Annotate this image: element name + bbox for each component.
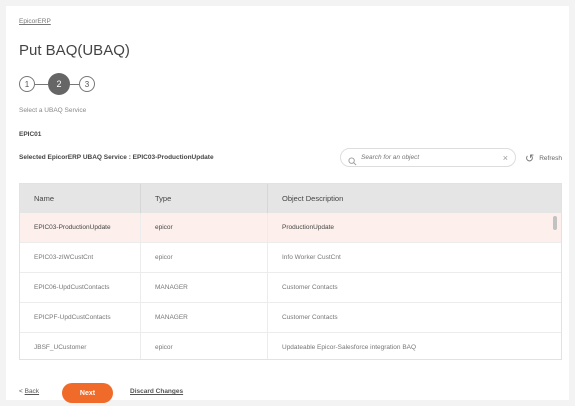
table-header: Name Type Object Description [20, 184, 561, 213]
column-header-description[interactable]: Object Description [267, 184, 561, 213]
cell-name: JBSF_UCustomer [34, 344, 87, 351]
cell-name: EPICPF-UpdCustContacts [34, 314, 111, 321]
back-label: Back [24, 388, 40, 395]
step-connector [35, 84, 48, 85]
table-row[interactable]: EPIC06-UpdCustContacts MANAGER Customer … [20, 273, 561, 303]
search-icon [348, 153, 357, 166]
cell-type: MANAGER [140, 273, 267, 302]
cell-name: EPIC03-ProductionUpdate [34, 224, 111, 231]
cell-description: Info Worker CustCnt [267, 243, 561, 272]
objects-table: Name Type Object Description EPIC03-Prod… [19, 183, 562, 360]
step-3[interactable]: 3 [79, 76, 95, 92]
table-row[interactable]: JBSF_UCustomer epicor Updateable Epicor-… [20, 333, 561, 359]
cell-description: Updateable Epicor-Salesforce integration… [267, 333, 561, 359]
next-button[interactable]: Next [62, 383, 113, 403]
cell-name: EPIC06-UpdCustContacts [34, 284, 110, 291]
search-box: × [340, 148, 516, 167]
cell-type: epicor [140, 213, 267, 242]
column-header-name[interactable]: Name [20, 184, 140, 213]
main-card: EpicorERP Put BAQ(UBAQ) 1 2 3 Select a U… [6, 6, 569, 403]
connection-name: EPIC01 [19, 131, 42, 138]
refresh-icon: ↺ [525, 153, 535, 165]
selected-service-label: Selected EpicorERP UBAQ Service : EPIC03… [19, 154, 214, 161]
refresh-label: Refresh [539, 155, 562, 162]
discard-changes-link[interactable]: Discard Changes [130, 388, 183, 395]
search-input[interactable] [361, 154, 503, 161]
step-2[interactable]: 2 [48, 73, 70, 95]
cell-type: epicor [140, 333, 267, 359]
cell-type: epicor [140, 243, 267, 272]
step-1[interactable]: 1 [19, 76, 35, 92]
stepper: 1 2 3 [19, 73, 99, 95]
table-scrollbar[interactable] [553, 216, 557, 230]
close-icon[interactable]: × [503, 153, 508, 163]
select-service-label: Select a UBAQ Service [19, 107, 87, 114]
cell-type: MANAGER [140, 303, 267, 332]
breadcrumb[interactable]: EpicorERP [19, 18, 51, 25]
footer: < Back Next Discard Changes [19, 383, 319, 403]
back-button[interactable]: < Back [19, 388, 39, 395]
cell-description: Customer Contacts [267, 303, 561, 332]
table-row[interactable]: EPIC03-zIWCustCnt epicor Info Worker Cus… [20, 243, 561, 273]
chevron-left-icon: < [19, 388, 23, 395]
cell-name: EPIC03-zIWCustCnt [34, 254, 94, 261]
cell-description: ProductionUpdate [267, 213, 561, 242]
column-header-type[interactable]: Type [140, 184, 267, 213]
step-connector [70, 84, 79, 85]
cell-description: Customer Contacts [267, 273, 561, 302]
table-row[interactable]: EPICPF-UpdCustContacts MANAGER Customer … [20, 303, 561, 333]
refresh-button[interactable]: ↺ Refresh [525, 152, 562, 165]
page-title: Put BAQ(UBAQ) [19, 42, 130, 59]
table-row[interactable]: EPIC03-ProductionUpdate epicor Productio… [20, 213, 561, 243]
